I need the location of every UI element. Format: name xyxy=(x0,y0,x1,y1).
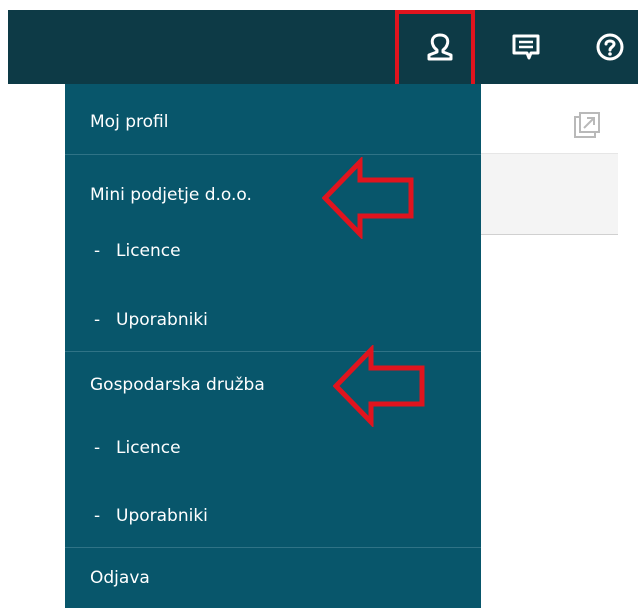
menu-item-licence[interactable]: - Licence xyxy=(65,436,481,460)
menu-item-licence[interactable]: - Licence xyxy=(65,239,481,263)
top-navigation-bar xyxy=(8,10,638,84)
profile-button[interactable] xyxy=(398,10,482,84)
menu-item-dash: - xyxy=(94,310,101,330)
menu-item-label: Gospodarska družba xyxy=(90,375,265,395)
help-circle-icon xyxy=(596,33,624,61)
menu-item-dash: - xyxy=(94,438,101,458)
menu-divider xyxy=(65,547,481,548)
messages-button[interactable] xyxy=(498,10,554,84)
menu-item-label: Licence xyxy=(116,438,181,458)
menu-item-label: Uporabniki xyxy=(116,310,208,330)
left-arrow-icon xyxy=(333,345,425,427)
menu-item-label: Licence xyxy=(116,241,181,261)
menu-item-dash: - xyxy=(94,506,101,526)
menu-divider xyxy=(65,154,481,155)
menu-item-logout[interactable]: Odjava xyxy=(65,566,481,590)
menu-item-dash: - xyxy=(94,241,101,261)
menu-item-label: Moj profil xyxy=(90,112,169,132)
menu-item-label: Mini podjetje d.o.o. xyxy=(90,185,252,205)
help-button[interactable] xyxy=(582,10,638,84)
open-external-icon[interactable] xyxy=(572,110,602,144)
message-icon xyxy=(512,34,540,60)
menu-item-label: Odjava xyxy=(90,568,150,588)
menu-item-users[interactable]: - Uporabniki xyxy=(65,308,481,332)
menu-item-label: Uporabniki xyxy=(116,506,208,526)
menu-item-my-profile[interactable]: Moj profil xyxy=(65,110,481,134)
user-profile-icon xyxy=(427,33,453,61)
left-arrow-icon xyxy=(322,157,414,239)
menu-item-users[interactable]: - Uporabniki xyxy=(65,504,481,528)
background-panel xyxy=(480,153,618,235)
menu-item-company-mini[interactable]: Mini podjetje d.o.o. xyxy=(65,183,481,207)
